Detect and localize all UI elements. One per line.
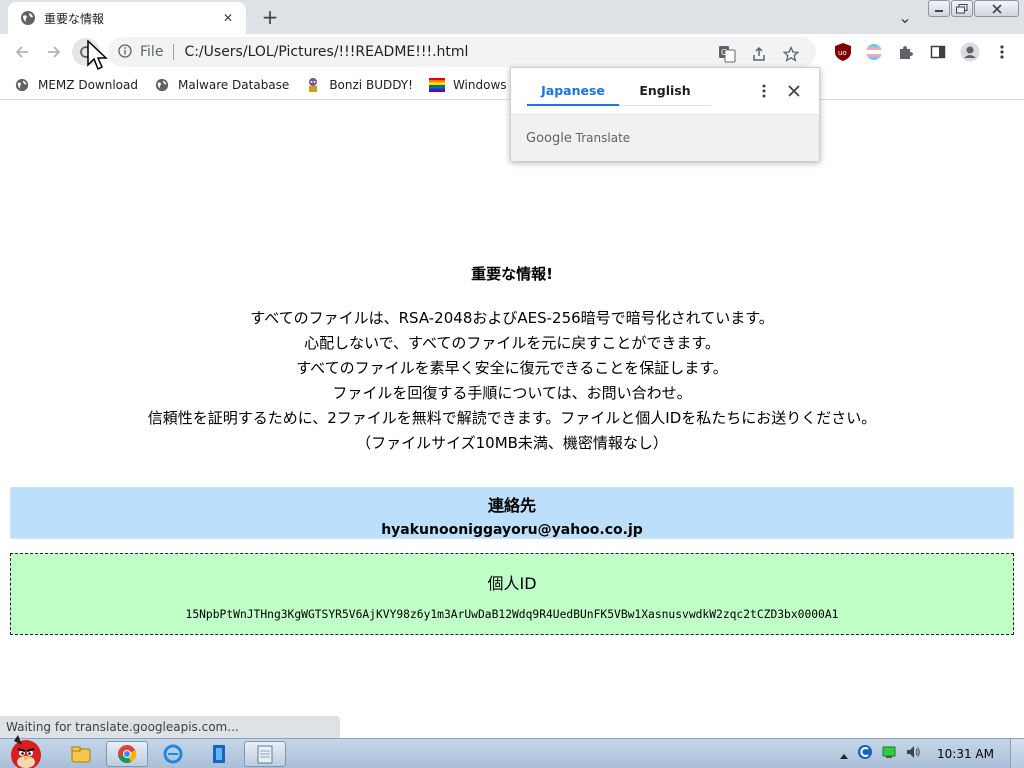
bookmark-bonzi-buddy[interactable]: Bonzi BUDDY!: [305, 77, 413, 93]
window-controls: [928, 0, 1020, 18]
tab-close-icon[interactable]: ✕: [220, 10, 236, 26]
back-button[interactable]: [8, 38, 36, 66]
address-separator: [173, 44, 175, 60]
close-window-button[interactable]: [974, 0, 1019, 17]
google-logo: Google: [526, 131, 572, 146]
status-bar: Waiting for translate.googleapis.com...: [0, 716, 340, 738]
translate-footer: Google Translate: [511, 114, 819, 161]
translate-icon[interactable]: G: [716, 43, 738, 65]
personal-id-value[interactable]: 15NpbPtWnJTHng3KgWGTSYR5V6AjKVY98z6y1m3A…: [11, 608, 1013, 621]
bookmark-memz[interactable]: MEMZ Download: [14, 77, 138, 93]
taskbar-explorer-icon[interactable]: [60, 741, 102, 767]
personal-id-box: 個人ID 15NpbPtWnJTHng3KgWGTSYR5V6AjKVY98z6…: [10, 553, 1014, 635]
profile-avatar-icon[interactable]: [959, 41, 981, 63]
page-content: 重要な情報! すべてのファイルは、RSA-2048およびAES-256暗号で暗号…: [0, 101, 1024, 738]
trans-flag-icon[interactable]: [863, 41, 885, 63]
contact-email[interactable]: hyakunooniggayoru@yahoo.co.jp: [11, 522, 1013, 538]
note-line: （ファイルサイズ10MB未満、機密情報なし）: [356, 434, 668, 452]
bookmark-label: Malware Database: [177, 77, 290, 92]
taskbar-chrome-icon[interactable]: [106, 741, 148, 767]
rainbow-flag-icon: [428, 77, 445, 93]
translate-language-tabs: Japanese English: [527, 76, 711, 106]
tray-volume-icon[interactable]: [905, 744, 921, 764]
taskbar: 10:31 AM: [0, 735, 1024, 768]
minimize-button[interactable]: [928, 0, 950, 17]
forward-button[interactable]: [40, 38, 68, 66]
svg-text:G: G: [721, 48, 727, 57]
system-tray: 10:31 AM: [839, 744, 994, 764]
side-panel-icon[interactable]: [927, 41, 949, 63]
bookmark-label: Bonzi BUDDY!: [329, 77, 413, 92]
bookmark-label: MEMZ Download: [38, 77, 138, 92]
tab-search-icon[interactable]: ⌄: [895, 8, 915, 27]
restore-button[interactable]: [951, 0, 973, 17]
bookmark-windows-is[interactable]: Windows IS: [428, 77, 521, 93]
menu-kebab-icon[interactable]: [991, 41, 1013, 63]
browser-toolbar: File C:/Users/LOL/Pictures/!!!README!!!.…: [0, 34, 1024, 70]
bookmark-star-icon[interactable]: [780, 43, 802, 65]
tab-english[interactable]: English: [619, 76, 711, 106]
note-line: 信頼性を証明するために、2ファイルを無料で解読できます。ファイルと個人IDを私た…: [147, 409, 877, 427]
tray-network-icon[interactable]: [881, 744, 897, 764]
note-line: ファイルを回復する手順については、お問い合わせ。: [332, 384, 692, 402]
mouse-cursor-icon: [86, 39, 110, 72]
ransom-note: 重要な情報! すべてのファイルは、RSA-2048およびAES-256暗号で暗号…: [0, 263, 1024, 456]
globe-icon: [20, 10, 36, 26]
translate-options-icon[interactable]: [755, 82, 773, 100]
new-tab-button[interactable]: +: [260, 5, 280, 29]
taskbar-clock[interactable]: 10:31 AM: [937, 747, 994, 761]
tab-strip: 重要な情報 ✕ + ⌄: [0, 0, 1024, 34]
taskbar-media-icon[interactable]: [198, 741, 240, 767]
taskbar-ie-icon[interactable]: [152, 741, 194, 767]
ublock-origin-icon[interactable]: uo: [832, 41, 854, 63]
scheme-label: File: [140, 44, 164, 60]
note-line: すべてのファイルを素早く安全に復元できることを保証します。: [296, 359, 728, 377]
bookmark-malware-database[interactable]: Malware Database: [154, 77, 289, 93]
start-button-angry-bird-icon[interactable]: [4, 731, 50, 768]
contact-label: 連絡先: [487, 496, 536, 515]
extensions-puzzle-icon[interactable]: [895, 41, 917, 63]
browser-tab[interactable]: 重要な情報 ✕: [8, 2, 246, 34]
tab-japanese[interactable]: Japanese: [527, 76, 619, 106]
tray-c-icon[interactable]: [857, 744, 873, 764]
note-line: 心配しないで、すべてのファイルを元に戻すことができます。: [304, 334, 720, 352]
globe-icon: [14, 77, 30, 93]
bonzi-icon: [305, 77, 321, 93]
url-text[interactable]: C:/Users/LOL/Pictures/!!!README!!!.html: [184, 44, 468, 60]
svg-text:uo: uo: [838, 49, 847, 57]
page-heading: 重要な情報!: [471, 265, 553, 283]
show-desktop-button[interactable]: [1010, 739, 1024, 768]
info-icon[interactable]: [118, 43, 132, 62]
taskbar-notepad-icon[interactable]: [244, 741, 286, 767]
address-bar[interactable]: File C:/Users/LOL/Pictures/!!!README!!!.…: [108, 37, 816, 67]
note-line: すべてのファイルは、RSA-2048およびAES-256暗号で暗号化されています…: [250, 309, 774, 327]
translate-popup: Japanese English Google Translate: [510, 67, 820, 161]
tab-title: 重要な情報: [44, 11, 105, 26]
tray-expand-icon[interactable]: [839, 745, 849, 764]
translate-brand-label: Translate: [575, 131, 631, 145]
close-icon[interactable]: [785, 82, 803, 100]
globe-icon: [154, 77, 170, 93]
personal-id-label: 個人ID: [487, 574, 537, 593]
contact-box: 連絡先 hyakunooniggayoru@yahoo.co.jp: [10, 487, 1014, 539]
share-icon[interactable]: [748, 43, 770, 65]
